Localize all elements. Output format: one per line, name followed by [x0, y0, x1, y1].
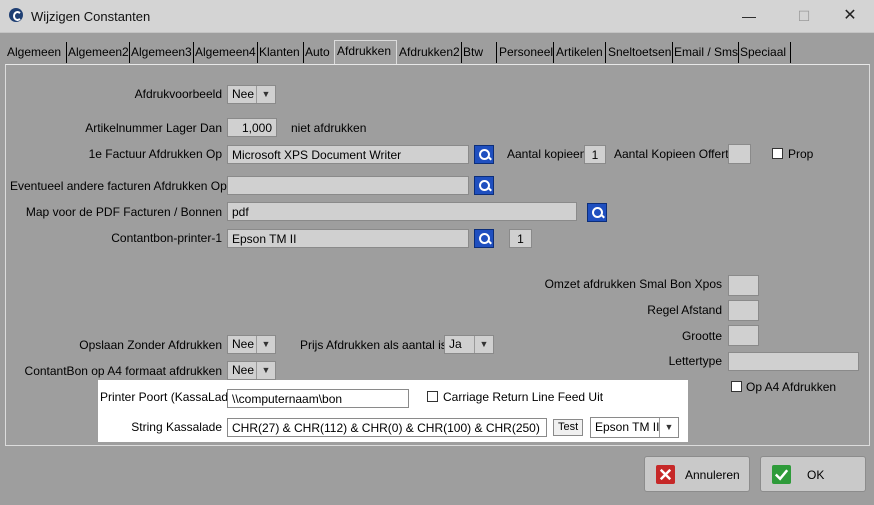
test-button[interactable]: Test — [553, 419, 584, 436]
artikelnummer-field[interactable]: 1,000 — [227, 118, 277, 137]
factuur-printer-field[interactable]: Microsoft XPS Document Writer — [227, 145, 469, 164]
aantal-kopieen-offerte-field[interactable] — [728, 144, 751, 164]
printer-poort-label: Printer Poort (KassaLade) — [100, 390, 239, 404]
string-kassalade-label: String Kassalade — [131, 420, 222, 434]
tab-algemeen4[interactable]: Algemeen4 — [193, 42, 258, 63]
cancel-label: Annuleren — [685, 468, 740, 482]
factuur-search-icon[interactable] — [474, 145, 494, 164]
tab-algemeen2[interactable]: Algemeen2 — [66, 42, 130, 63]
minimize-icon[interactable]: — — [739, 6, 759, 26]
chevron-down-icon: ▼ — [474, 336, 493, 353]
app-icon — [9, 8, 23, 22]
lettertype-field[interactable] — [728, 352, 859, 371]
tab-sneltoetsen[interactable]: Sneltoetsen — [606, 42, 673, 63]
tab-algemeen3[interactable]: Algemeen3 — [129, 42, 194, 63]
tab-afdrukken[interactable]: Afdrukken — [334, 40, 397, 65]
tab-algemeen[interactable]: Algemeen — [5, 42, 67, 63]
prijs-select[interactable]: Ja ▼ — [444, 335, 494, 354]
op-a4-checkbox[interactable] — [731, 381, 742, 392]
ok-label: OK — [807, 468, 825, 482]
prop-checkbox[interactable] — [772, 148, 783, 159]
contantbon-search-icon[interactable] — [474, 229, 494, 248]
map-search-icon[interactable] — [587, 203, 607, 222]
contantbon-a4-label: ContantBon op A4 formaat afdrukken — [24, 364, 222, 378]
prop-label: Prop — [788, 147, 814, 161]
checkmark-icon — [772, 465, 791, 484]
ok-button[interactable]: OK — [760, 456, 866, 492]
grootte-label: Grootte — [681, 329, 722, 343]
factuur-label: 1e Factuur Afdrukken Op — [88, 147, 222, 161]
prijs-value: Ja — [449, 337, 462, 351]
tab-auto[interactable]: Auto — [303, 42, 335, 63]
window-title: Wijzigen Constanten — [31, 9, 151, 24]
opslaan-value: Nee — [232, 337, 255, 351]
cancel-button[interactable]: Annuleren — [644, 456, 750, 492]
andere-printer-field[interactable] — [227, 176, 469, 195]
aantal-kopieen-offerte-label: Aantal Kopieen Offerte — [614, 147, 736, 161]
chevron-down-icon: ▼ — [659, 418, 678, 437]
contantbon-a4-select[interactable]: Nee ▼ — [227, 361, 276, 380]
regel-afstand-field[interactable] — [728, 300, 759, 321]
tab-klanten[interactable]: Klanten — [257, 42, 304, 63]
op-a4-label: Op A4 Afdrukken — [746, 380, 837, 394]
kassalade-printer-value: Epson TM II — [595, 420, 660, 434]
crlf-label: Carriage Return Line Feed Uit — [443, 390, 604, 404]
chevron-down-icon: ▼ — [256, 336, 275, 353]
artikelnummer-suffix: niet afdrukken — [291, 121, 367, 135]
artikelnummer-label: Artikelnummer Lager Dan — [85, 121, 222, 135]
andere-label: Eventueel andere facturen Afdrukken Op — [10, 179, 227, 193]
omzet-label: Omzet afdrukken Smal Bon Xpos — [544, 277, 722, 291]
aantal-kopieen-field[interactable]: 1 — [584, 145, 606, 164]
printer-poort-field[interactable]: \\computernaam\bon — [227, 389, 409, 408]
grootte-field[interactable] — [728, 325, 759, 346]
lettertype-label: Lettertype — [668, 354, 722, 368]
close-icon[interactable]: ✕ — [840, 6, 860, 26]
afdrukvoorbeeld-select[interactable]: Nee ▼ — [227, 85, 276, 104]
tab-afdrukken2[interactable]: Afdrukken2 — [397, 42, 462, 63]
regel-afstand-label: Regel Afstand — [647, 303, 722, 317]
contantbon-a4-value: Nee — [232, 363, 255, 377]
string-kassalade-field[interactable]: CHR(27) & CHR(112) & CHR(0) & CHR(100) &… — [227, 418, 547, 437]
tab-artikelen[interactable]: Artikelen — [554, 42, 606, 63]
chevron-down-icon: ▼ — [256, 362, 275, 379]
title-bar: Wijzigen Constanten — ☐ ✕ — [0, 0, 874, 33]
contantbon-label: Contantbon-printer-1 — [111, 231, 222, 245]
andere-search-icon[interactable] — [474, 176, 494, 195]
afdrukvoorbeeld-value: Nee — [232, 87, 255, 101]
maximize-icon[interactable]: ☐ — [794, 6, 814, 26]
tab-btw[interactable]: Btw — [461, 42, 497, 63]
map-field[interactable]: pdf — [227, 202, 577, 221]
tab-personeel[interactable]: Personeel — [497, 42, 554, 63]
map-label: Map voor de PDF Facturen / Bonnen — [25, 205, 222, 219]
contantbon-count-field[interactable]: 1 — [509, 229, 532, 248]
crlf-checkbox[interactable] — [427, 391, 438, 402]
cancel-icon — [656, 465, 675, 484]
opslaan-select[interactable]: Nee ▼ — [227, 335, 276, 354]
opslaan-label: Opslaan Zonder Afdrukken — [79, 338, 222, 352]
tab-speciaal[interactable]: Speciaal — [738, 42, 791, 63]
afdrukvoorbeeld-label: Afdrukvoorbeeld — [134, 87, 222, 101]
omzet-field[interactable] — [728, 275, 759, 296]
kassalade-printer-select[interactable]: Epson TM II ▼ — [590, 417, 679, 438]
prijs-label: Prijs Afdrukken als aantal is 1 — [300, 338, 457, 352]
tab-email-sms[interactable]: Email / Sms — [672, 42, 739, 63]
aantal-kopieen-label: Aantal kopieen — [507, 147, 587, 161]
chevron-down-icon: ▼ — [256, 86, 275, 103]
contantbon-printer-field[interactable]: Epson TM II — [227, 229, 469, 248]
